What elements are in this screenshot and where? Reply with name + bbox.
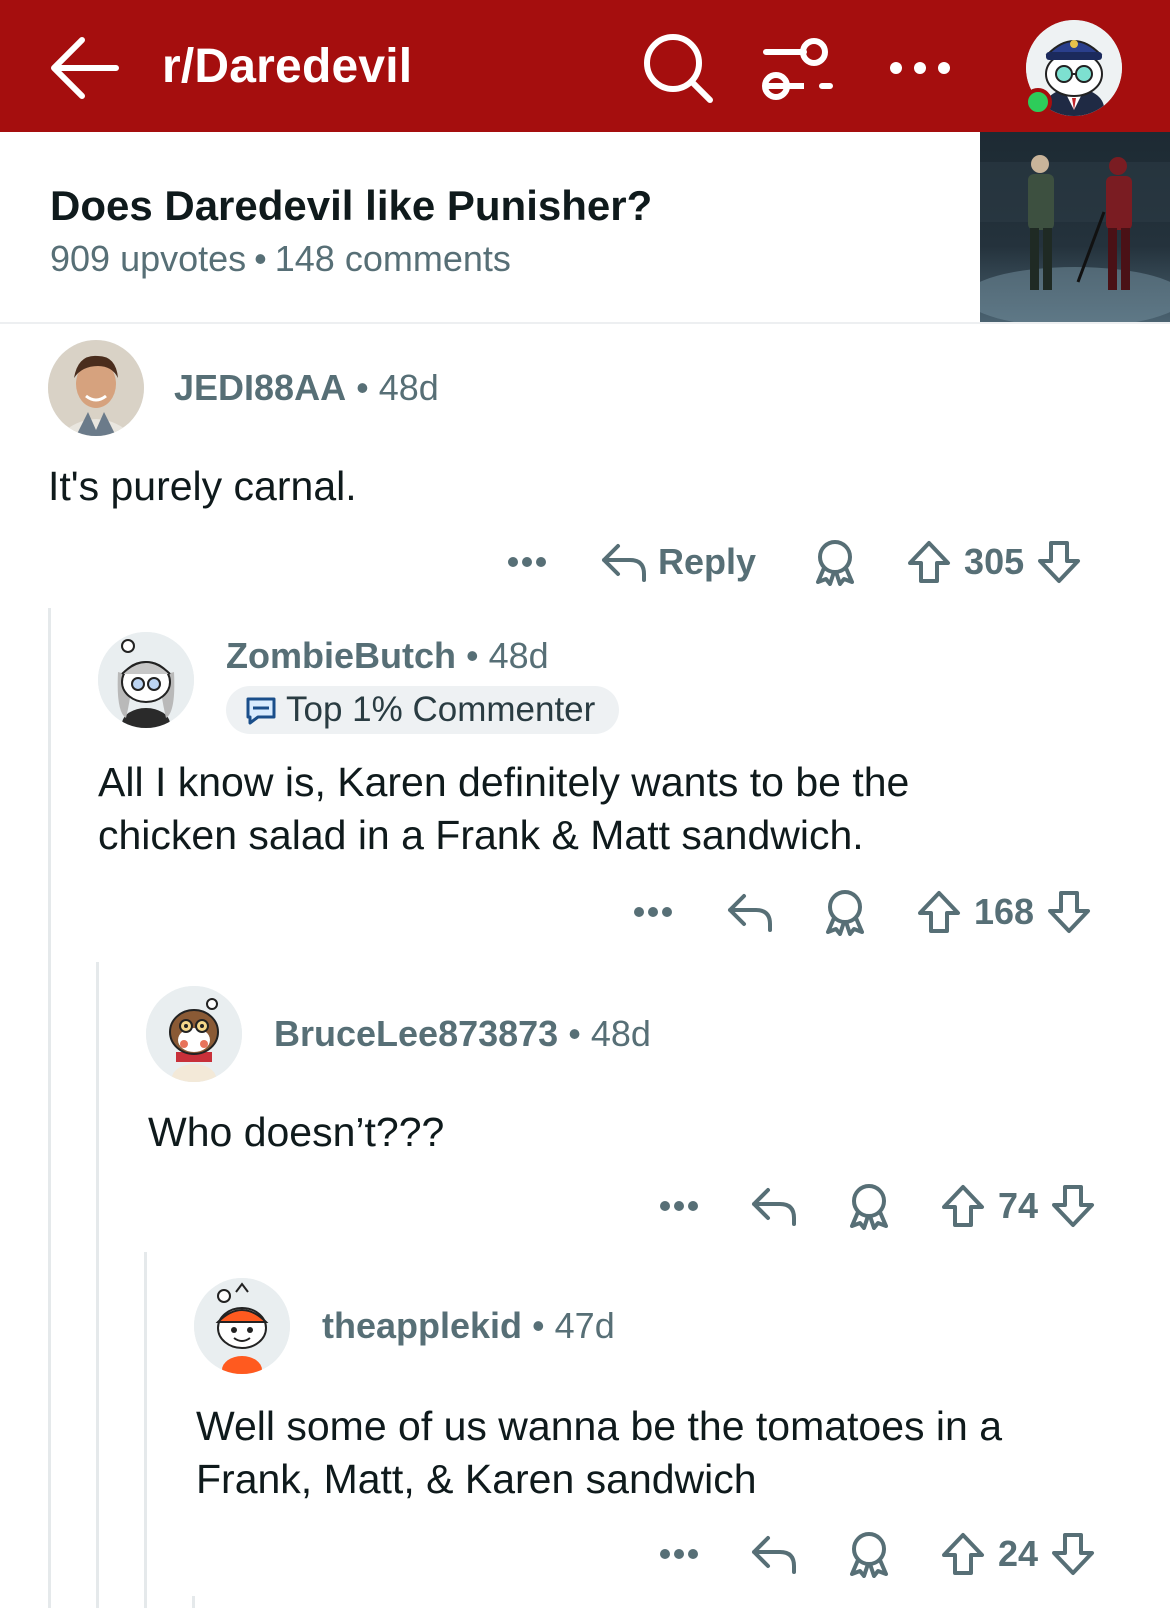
downvote-icon[interactable] [1050,1183,1096,1229]
comment-body: It's purely carnal. [48,463,357,509]
comment-username[interactable]: JEDI88AA [174,367,346,408]
reply-label: Reply [658,541,757,582]
flair-label: Top 1% Commenter [286,690,596,729]
comment-body: Well some of us wanna be the tomatoes in… [196,1403,1003,1502]
award-icon[interactable] [812,538,858,586]
comment-body: Who doesn’t??? [148,1109,445,1155]
downvote-icon[interactable] [1050,1531,1096,1577]
vote-score: 24 [998,1533,1039,1574]
post-header[interactable]: Does Daredevil like Punisher? 909 upvote… [0,132,1170,324]
award-icon[interactable] [846,1182,892,1230]
more-icon[interactable] [882,50,958,86]
subreddit-name[interactable]: r/Daredevil [162,38,412,96]
thread-line[interactable] [144,1252,147,1608]
award-icon[interactable] [846,1530,892,1578]
thread-line[interactable] [48,608,51,1608]
back-arrow-icon[interactable] [46,32,122,104]
more-options-icon[interactable] [656,1198,702,1214]
more-options-icon[interactable] [504,554,550,570]
post-title[interactable]: Does Daredevil like Punisher? [50,180,652,232]
dot-separator: • [568,1013,581,1054]
vote-score: 168 [974,891,1035,932]
comment-age: 48d [378,367,439,408]
filter-icon[interactable] [760,34,836,104]
comment-count: 148 comments [274,238,511,279]
downvote-icon[interactable] [1036,539,1082,585]
top-bar: r/Daredevil [0,0,1170,132]
avatar[interactable] [98,632,194,728]
upvote-icon[interactable] [906,539,952,585]
dot-separator: • [532,1305,545,1346]
vote-score: 305 [964,541,1025,582]
reply-icon [602,544,646,582]
comment-actions: 24 [656,1524,1096,1584]
upvote-icon[interactable] [940,1531,986,1577]
vote-score: 74 [998,1185,1039,1226]
comment-header: JEDI88AA • 48d [174,366,439,410]
comment-age: 47d [554,1305,615,1346]
upvote-count: 909 upvotes [50,238,247,279]
reply-icon[interactable] [750,1532,798,1576]
reply-button[interactable]: Reply [600,540,756,584]
comment-username[interactable]: BruceLee873873 [274,1013,558,1054]
comment-username[interactable]: theapplekid [322,1305,522,1346]
comment-age: 48d [590,1013,651,1054]
comment-body: All I know is, Karen definitely wants to… [98,759,910,858]
user-flair: Top 1% Commenter [226,686,620,734]
upvote-icon[interactable] [940,1183,986,1229]
more-options-icon[interactable] [656,1546,702,1562]
avatar[interactable] [194,1278,290,1374]
more-options-icon[interactable] [630,904,676,920]
dot-separator: • [466,635,479,676]
downvote-icon[interactable] [1046,889,1092,935]
post-meta: 909 upvotes • 148 comments [50,236,511,282]
upvote-icon[interactable] [916,889,962,935]
online-status-indicator [1024,88,1052,116]
comment-username[interactable]: ZombieButch [226,635,456,676]
post-thumbnail[interactable] [980,132,1170,322]
meta-separator: • [254,238,267,279]
thread-line[interactable] [192,1596,195,1608]
reply-icon[interactable] [750,1184,798,1228]
reply-icon[interactable] [726,890,774,934]
avatar[interactable] [48,340,144,436]
comment-header: theapplekid • 47d [322,1304,615,1348]
award-icon[interactable] [822,888,868,936]
search-icon[interactable] [640,30,716,106]
comment-actions: Reply 305 [504,532,1082,592]
dot-separator: • [356,367,369,408]
comment-age: 48d [488,635,549,676]
comment-header: ZombieButch • 48d [226,634,549,678]
thread-line[interactable] [96,962,99,1608]
comment-header: BruceLee873873 • 48d [274,1012,651,1056]
comment-actions: 168 [630,882,1092,942]
avatar[interactable] [146,986,242,1082]
comment-bubble-icon [246,697,276,725]
comment-actions: 74 [656,1176,1096,1236]
